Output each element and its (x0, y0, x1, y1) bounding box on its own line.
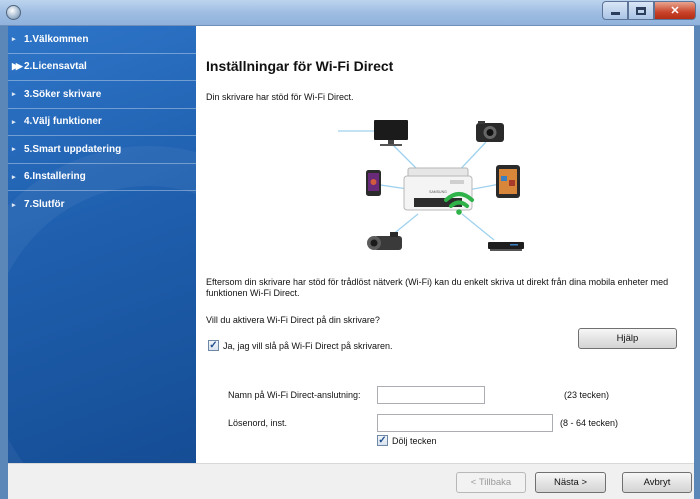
sidebar-item-label: 6.Installering (24, 171, 86, 183)
password-input[interactable] (377, 414, 553, 432)
chevron-right-icon: ▸ (12, 146, 16, 154)
sidebar-item-label: 5.Smart uppdatering (24, 143, 122, 155)
next-button[interactable]: Nästa > (535, 472, 606, 493)
enable-wifi-direct-label[interactable]: Ja, jag vill slå på Wi-Fi Direct på skri… (223, 341, 393, 351)
double-chevron-right-icon: ▶▶ (12, 61, 23, 72)
chevron-right-icon: ▸ (12, 91, 16, 99)
camcorder-icon (367, 232, 402, 250)
hide-characters-row[interactable]: ✓ Dölj tecken (377, 435, 437, 446)
close-icon: ✕ (670, 5, 680, 17)
sidebar-item-select-features: ▸ 4.Välj funktioner (8, 109, 196, 136)
enable-question: Vill du aktivera Wi-Fi Direct på din skr… (206, 315, 380, 325)
connection-name-input[interactable] (377, 386, 485, 404)
sidebar-item-label: 4.Välj funktioner (24, 116, 102, 128)
wizard-footer: < Tillbaka Nästa > Avbryt (8, 463, 694, 499)
wizard-steps-sidebar: ▸ 1.Välkommen ▶▶ 2.Licensavtal ▸ 3.Söker… (8, 26, 196, 463)
sidebar-item-label: 7.Slutför (24, 199, 65, 211)
password-label: Lösenord, inst. (228, 418, 288, 428)
title-bar: ✕ (0, 0, 700, 26)
connection-name-label: Namn på Wi-Fi Direct-anslutning: (228, 390, 361, 400)
checkmark-icon: ✓ (378, 434, 387, 446)
close-button[interactable]: ✕ (654, 1, 696, 20)
bluray-player-icon (488, 242, 524, 251)
maximize-button[interactable] (628, 1, 654, 20)
wifi-direct-illustration: SAMSUNG (338, 120, 524, 251)
sidebar-item-smart-update: ▸ 5.Smart uppdatering (8, 136, 196, 164)
sidebar-item-label: 2.Licensavtal (24, 61, 87, 73)
wifi-direct-description: Eftersom din skrivare har stöd för trådl… (206, 277, 669, 298)
cancel-button[interactable]: Avbryt (622, 472, 692, 493)
app-icon[interactable] (6, 5, 21, 20)
enable-wifi-direct-checkbox[interactable]: ✓ (208, 340, 219, 351)
tablet-icon (496, 165, 520, 198)
connection-name-hint: (23 tecken) (564, 390, 610, 400)
minimize-icon (610, 12, 620, 15)
printer-brand-text: SAMSUNG (429, 190, 447, 194)
chevron-right-icon: ▸ (12, 118, 16, 126)
smartphone-icon (366, 170, 381, 196)
sidebar-item-installing: ▸ 6.Installering (8, 164, 196, 191)
sidebar-item-search-printer: ▸ 3.Söker skrivare (8, 81, 196, 109)
minimize-button[interactable] (602, 1, 628, 20)
tv-icon (374, 120, 408, 146)
back-button[interactable]: < Tillbaka (456, 472, 526, 493)
chevron-right-icon: ▸ (12, 36, 16, 44)
password-hint: (8 - 64 tecken) (560, 418, 619, 428)
page-title: Inställningar för Wi-Fi Direct (206, 58, 394, 74)
chevron-right-icon: ▸ (12, 201, 16, 209)
camera-icon (476, 121, 504, 142)
sidebar-item-license: ▶▶ 2.Licensavtal (8, 54, 196, 81)
hide-characters-label[interactable]: Dölj tecken (392, 436, 437, 446)
maximize-icon (636, 6, 646, 15)
main-panel: Inställningar för Wi-Fi Direct Din skriv… (196, 26, 694, 463)
sidebar-item-label: 1.Välkommen (24, 33, 89, 45)
page-subtitle: Din skrivare har stöd för Wi-Fi Direct. (206, 92, 354, 102)
sidebar-item-welcome: ▸ 1.Välkommen (8, 26, 196, 54)
hide-characters-checkbox[interactable]: ✓ (377, 435, 388, 446)
sidebar-item-label: 3.Söker skrivare (24, 88, 102, 100)
window-controls: ✕ (602, 1, 696, 20)
help-button[interactable]: Hjälp (578, 328, 677, 349)
sidebar-item-finish: ▸ 7.Slutför (8, 191, 196, 219)
checkmark-icon: ✓ (209, 339, 218, 351)
enable-wifi-direct-row[interactable]: ✓ Ja, jag vill slå på Wi-Fi Direct på sk… (208, 340, 393, 351)
chevron-right-icon: ▸ (12, 173, 16, 181)
